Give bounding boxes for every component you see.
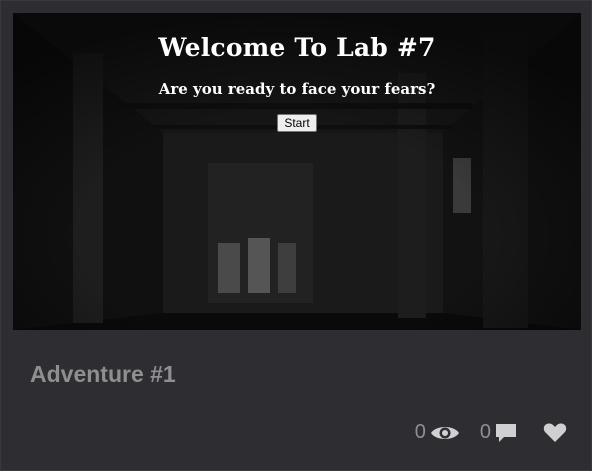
preview-hero: Welcome To Lab #7 Are you ready to face … bbox=[13, 13, 581, 132]
views-count: 0 bbox=[414, 421, 426, 443]
comment-icon bbox=[495, 422, 517, 444]
welcome-heading: Welcome To Lab #7 bbox=[158, 33, 436, 62]
comments-count: 0 bbox=[479, 421, 491, 443]
welcome-subheading: Are you ready to face your fears? bbox=[158, 80, 436, 98]
comments-stat: 0 bbox=[480, 421, 517, 444]
adventure-card[interactable]: Welcome To Lab #7 Are you ready to face … bbox=[0, 0, 592, 471]
views-stat: 0 bbox=[415, 421, 460, 444]
adventure-title[interactable]: Adventure #1 bbox=[30, 361, 176, 388]
card-stats: 0 0 bbox=[415, 421, 567, 444]
adventure-preview: Welcome To Lab #7 Are you ready to face … bbox=[13, 13, 581, 330]
start-button[interactable]: Start bbox=[277, 114, 317, 132]
heart-icon[interactable] bbox=[543, 422, 567, 443]
eye-icon bbox=[430, 423, 460, 443]
